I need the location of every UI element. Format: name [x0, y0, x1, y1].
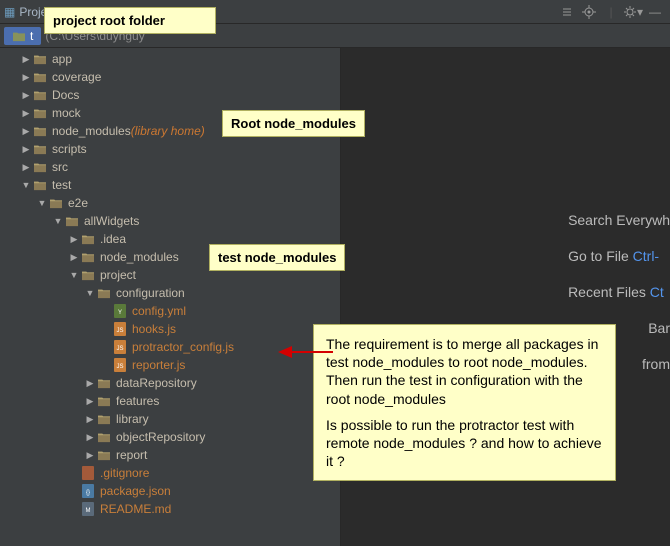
svg-text:JS: JS — [116, 346, 123, 352]
breadcrumb-root[interactable]: t — [4, 27, 41, 45]
tree-item-label: reporter.js — [132, 358, 185, 372]
expand-arrow-icon[interactable]: ▶ — [20, 72, 32, 83]
svg-text:JS: JS — [116, 328, 123, 334]
tree-item-label: objectRepository — [116, 430, 205, 444]
folder-icon — [80, 267, 96, 283]
svg-text:{}: {} — [86, 490, 90, 496]
expand-arrow-icon[interactable]: ▶ — [84, 414, 96, 425]
expand-arrow-icon[interactable]: ▶ — [68, 234, 80, 245]
folder-icon — [32, 51, 48, 67]
gear-icon[interactable]: ▾ — [622, 1, 644, 23]
tree-item-label: report — [116, 448, 147, 462]
folder-icon — [32, 105, 48, 121]
tree-item-label: scripts — [52, 142, 87, 156]
expand-arrow-icon[interactable]: ▶ — [20, 54, 32, 65]
folder-icon — [80, 249, 96, 265]
file-icon — [80, 465, 96, 481]
tree-item-label: protractor_config.js — [132, 340, 234, 354]
file-icon: JS — [112, 339, 128, 355]
tree-item-label: mock — [52, 106, 81, 120]
folder-icon — [96, 393, 112, 409]
svg-text:Y: Y — [118, 310, 122, 316]
expand-arrow-icon[interactable]: ▼ — [36, 198, 48, 208]
tree-item-label: coverage — [52, 70, 101, 84]
expand-arrow-icon[interactable]: ▶ — [84, 450, 96, 461]
folder-icon — [32, 159, 48, 175]
svg-text:M: M — [86, 508, 91, 514]
folder-icon — [96, 411, 112, 427]
tree-item-label: Docs — [52, 88, 79, 102]
expand-arrow-icon[interactable]: ▶ — [20, 90, 32, 101]
callout-root-node-modules: Root node_modules — [222, 110, 365, 137]
folder-icon — [80, 231, 96, 247]
callout-root-folder: project root folder — [44, 7, 216, 34]
tree-item-label: app — [52, 52, 72, 66]
tree-item-label: README.md — [100, 502, 171, 516]
breadcrumb-root-label: t — [30, 29, 33, 43]
tree-item-label: package.json — [100, 484, 171, 498]
tree-item-label: node_modules — [100, 250, 179, 264]
expand-arrow-icon[interactable]: ▼ — [52, 216, 64, 226]
tree-item-label: allWidgets — [84, 214, 139, 228]
collapse-icon[interactable] — [556, 1, 578, 23]
expand-arrow-icon[interactable]: ▼ — [68, 270, 80, 280]
tree-item-label: config.yml — [132, 304, 186, 318]
expand-arrow-icon[interactable]: ▶ — [84, 396, 96, 407]
hint-goto: Go to File Ctrl- — [568, 244, 670, 268]
folder-icon — [96, 285, 112, 301]
tree-item-label: e2e — [68, 196, 88, 210]
tree-item-label: src — [52, 160, 68, 174]
tree-item-label: test — [52, 178, 71, 192]
svg-text:JS: JS — [116, 364, 123, 370]
target-icon[interactable] — [578, 1, 600, 23]
tree-item-label: .idea — [100, 232, 126, 246]
file-icon: {} — [80, 483, 96, 499]
tree-item-label: node_modules — [52, 124, 131, 138]
folder-icon — [32, 123, 48, 139]
tree-item-label: dataRepository — [116, 376, 197, 390]
library-badge: (library home) — [131, 124, 205, 138]
callout-test-node-modules: test node_modules — [209, 244, 345, 271]
header-actions: | ▾ — — [556, 1, 666, 23]
folder-icon — [32, 87, 48, 103]
folder-icon — [96, 375, 112, 391]
expand-arrow-icon[interactable]: ▶ — [68, 252, 80, 263]
file-icon: M — [80, 501, 96, 517]
expand-arrow-icon[interactable]: ▶ — [20, 162, 32, 173]
file-icon: JS — [112, 321, 128, 337]
expand-arrow-icon[interactable]: ▶ — [84, 378, 96, 389]
expand-arrow-icon[interactable]: ▶ — [20, 108, 32, 119]
tree-item-label: configuration — [116, 286, 185, 300]
hide-icon[interactable]: — — [644, 1, 666, 23]
expand-arrow-icon[interactable]: ▶ — [20, 126, 32, 137]
hint-search: Search Everywh — [568, 208, 670, 232]
callout-requirement: The requirement is to merge all packages… — [313, 324, 616, 481]
folder-icon — [96, 447, 112, 463]
tree-item-label: library — [116, 412, 149, 426]
tree-item-label: .gitignore — [100, 466, 149, 480]
hint-recent: Recent Files Ct — [568, 280, 670, 304]
project-icon: ▦ — [4, 5, 15, 19]
tree-item-label: hooks.js — [132, 322, 176, 336]
folder-icon — [32, 69, 48, 85]
arrow-icon — [278, 342, 338, 362]
tree-item-label: features — [116, 394, 159, 408]
folder-icon — [32, 141, 48, 157]
folder-icon — [48, 195, 64, 211]
tree-item-label: project — [100, 268, 136, 282]
folder-icon — [32, 177, 48, 193]
file-icon: JS — [112, 357, 128, 373]
file-icon: Y — [112, 303, 128, 319]
folder-icon — [96, 429, 112, 445]
expand-arrow-icon[interactable]: ▼ — [20, 180, 32, 190]
expand-arrow-icon[interactable]: ▼ — [84, 288, 96, 298]
expand-arrow-icon[interactable]: ▶ — [20, 144, 32, 155]
expand-arrow-icon[interactable]: ▶ — [84, 432, 96, 443]
folder-icon — [64, 213, 80, 229]
divider: | — [600, 1, 622, 23]
